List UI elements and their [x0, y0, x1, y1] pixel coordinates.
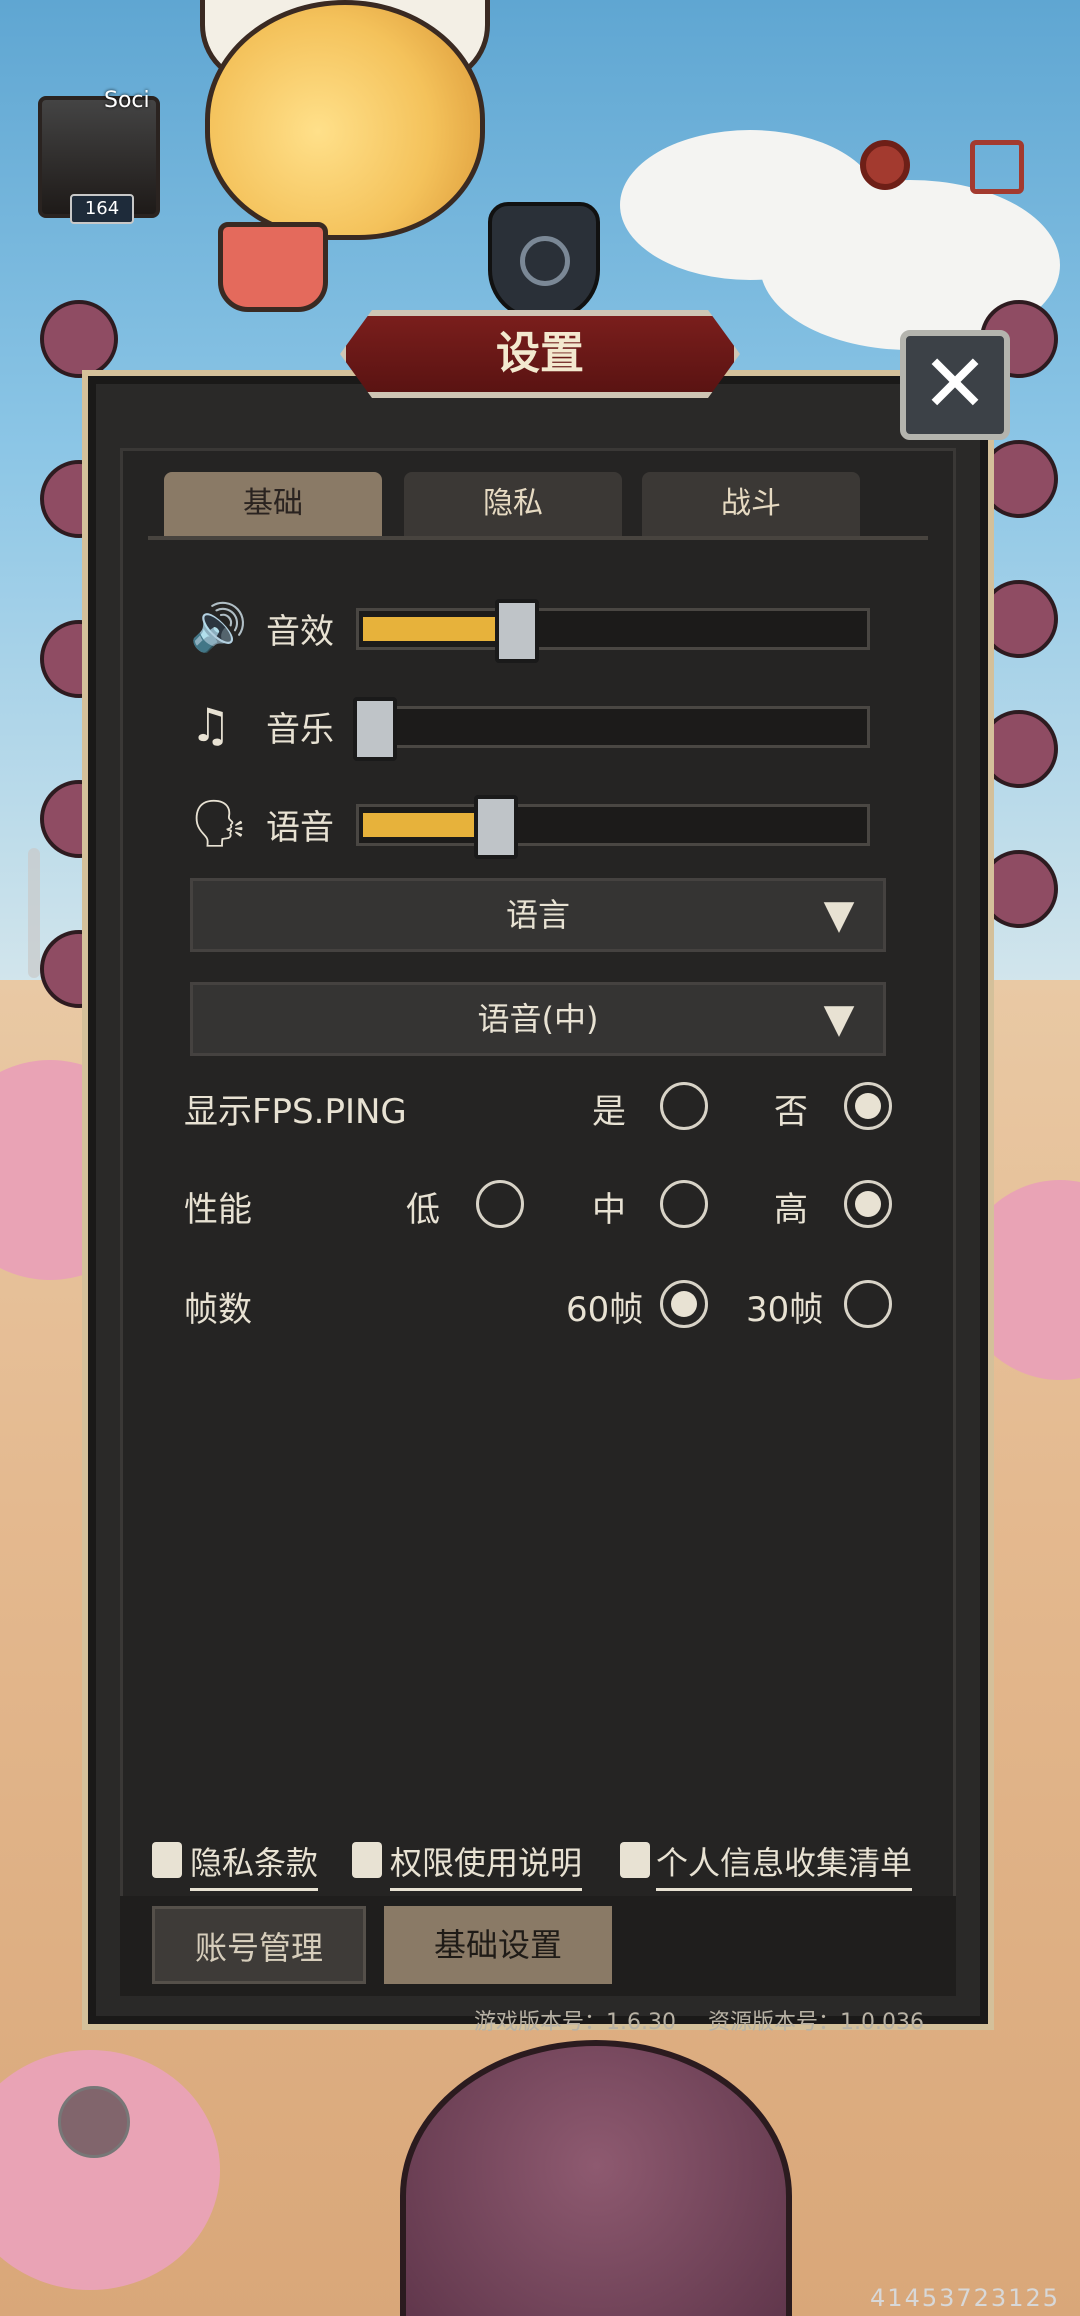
fps-ping-yes-label: 是: [592, 1092, 626, 1132]
game-version: 游戏版本号：1.6.30: [474, 2010, 676, 2035]
player-level: 164: [70, 194, 134, 224]
frame-rate-60-label: 60帧: [566, 1290, 644, 1330]
balloon-basket: [218, 222, 328, 312]
language-dropdown[interactable]: 语言 ▼: [190, 878, 886, 952]
voice-language-dropdown[interactable]: 语音(中) ▼: [190, 982, 886, 1056]
voice-label: 语音: [266, 808, 334, 848]
music-slider[interactable]: [353, 697, 870, 761]
exit-icon[interactable]: [970, 140, 1024, 194]
frame-rate-30-label: 30帧: [746, 1290, 824, 1330]
language-dropdown-label: 语言: [505, 896, 570, 934]
tab-battle[interactable]: 战斗: [642, 472, 860, 536]
document-icon: [352, 1842, 382, 1878]
frame-rate-label: 帧数: [184, 1290, 252, 1330]
fps-ping-label: 显示FPS.PING: [184, 1092, 407, 1132]
music-muted-icon: ♫: [190, 698, 232, 752]
player-name: Soci: [104, 88, 150, 113]
sound-effects-row: 🔊 音效: [190, 598, 880, 663]
performance-mid-radio[interactable]: [660, 1180, 708, 1228]
frame-rate-60-radio[interactable]: [660, 1280, 708, 1328]
tab-privacy[interactable]: 隐私: [404, 472, 622, 536]
resource-version: 资源版本号：1.0.036: [708, 2010, 924, 2035]
voice-slider[interactable]: [356, 795, 870, 859]
gear-icon[interactable]: [860, 140, 910, 190]
slider-thumb[interactable]: [353, 697, 397, 761]
hot-air-balloon: [205, 0, 485, 240]
fps-ping-no-radio[interactable]: [844, 1082, 892, 1130]
permissions-link[interactable]: 权限使用说明: [390, 1838, 583, 1891]
chevron-down-icon: ▼: [823, 996, 855, 1042]
privacy-terms-link[interactable]: 隐私条款: [190, 1838, 319, 1891]
personal-info-link[interactable]: 个人信息收集清单: [656, 1838, 913, 1891]
music-row: ♫ 音乐: [190, 696, 880, 761]
music-label: 音乐: [266, 710, 334, 750]
drawer-handle[interactable]: [28, 848, 40, 978]
tab-account-management[interactable]: 账号管理: [152, 1906, 366, 1984]
fps-ping-yes-radio[interactable]: [660, 1082, 708, 1130]
slider-thumb[interactable]: [495, 599, 539, 663]
dialog-title: 设置: [496, 328, 584, 379]
build-number: 41453723125: [870, 2284, 1060, 2312]
sound-effects-label: 音效: [266, 612, 334, 652]
speaker-icon: 🔊: [190, 600, 248, 654]
tab-basic-settings[interactable]: 基础设置: [384, 1906, 612, 1984]
frame-rate-30-radio[interactable]: [844, 1280, 892, 1328]
performance-low-label: 低: [406, 1190, 440, 1230]
voice-language-dropdown-label: 语音(中): [477, 1000, 599, 1038]
voice-icon: 🗣: [190, 796, 249, 850]
fps-ping-no-label: 否: [774, 1092, 808, 1132]
tab-basic[interactable]: 基础: [164, 472, 382, 536]
document-icon: [620, 1842, 650, 1878]
performance-high-radio[interactable]: [844, 1180, 892, 1228]
document-icon: [152, 1842, 182, 1878]
chevron-down-icon: ▼: [823, 892, 855, 938]
sound-effects-slider[interactable]: [356, 599, 870, 663]
close-button[interactable]: ✕: [900, 330, 1010, 440]
tab-divider: [148, 536, 928, 540]
compass-icon[interactable]: [58, 2086, 130, 2158]
performance-mid-label: 中: [592, 1190, 626, 1230]
voice-row: 🗣 语音: [190, 794, 880, 859]
performance-low-radio[interactable]: [476, 1180, 524, 1228]
performance-high-label: 高: [774, 1190, 808, 1230]
performance-label: 性能: [184, 1190, 252, 1230]
slider-fill: [363, 813, 484, 837]
emblem-icon: [488, 202, 600, 320]
side-menu-icon[interactable]: [40, 300, 118, 378]
slider-fill: [363, 617, 505, 641]
slider-thumb[interactable]: [474, 795, 518, 859]
